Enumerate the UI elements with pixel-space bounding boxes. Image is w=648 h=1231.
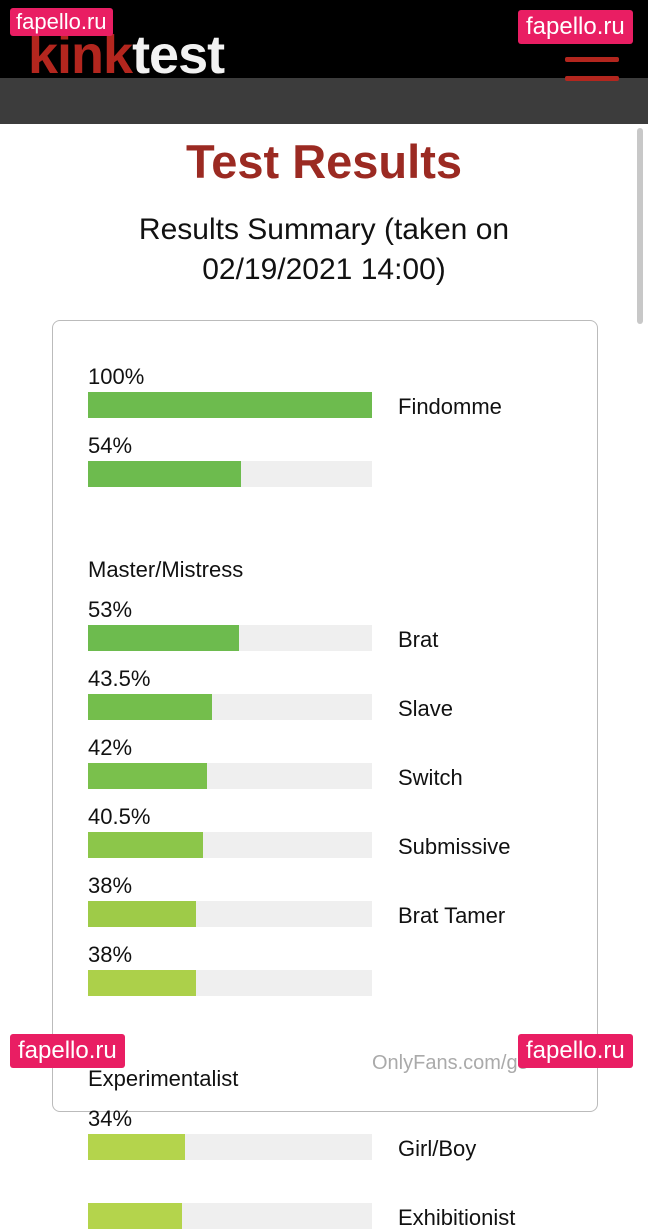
result-bar-fill — [88, 832, 203, 858]
kinktest-logo[interactable]: kinktest — [28, 25, 225, 85]
results-summary: Results Summary (taken on 02/19/2021 14:… — [90, 210, 558, 290]
summary-line-2: 02/19/2021 14:00) — [202, 253, 446, 286]
result-name: Findomme — [398, 394, 502, 419]
result-bar-fill — [88, 901, 196, 927]
result-percent: 100% — [88, 364, 145, 389]
result-percent: 53% — [88, 597, 133, 622]
result-percent: 34% — [88, 1106, 133, 1131]
footer-watermark: OnlyFans.com/go — [372, 1052, 529, 1074]
result-bar-track — [88, 694, 372, 720]
result-bar-track — [88, 901, 372, 927]
result-percent: 38% — [88, 942, 133, 967]
result-bar-track — [88, 970, 372, 996]
result-percent: 43.5% — [88, 666, 151, 691]
result-bar-track — [88, 1134, 372, 1160]
result-percent: 54% — [88, 433, 133, 458]
result-name: Master/Mistress — [88, 557, 244, 582]
watermark-bottom-right: fapello.ru — [518, 1034, 633, 1069]
result-name: Brat — [398, 627, 439, 652]
result-bar-track — [88, 625, 372, 651]
summary-line-1: Results Summary (taken on — [138, 213, 510, 246]
result-percent: 42% — [88, 735, 133, 760]
watermark-top-left: fapello.ru — [10, 8, 113, 37]
result-bar-track — [88, 392, 372, 418]
result-bar-fill — [88, 1203, 182, 1229]
result-name: Girl/Boy — [398, 1136, 477, 1161]
result-name: Slave — [398, 696, 454, 721]
result-percent: 38% — [88, 873, 133, 898]
result-bar-fill — [88, 392, 372, 418]
result-bar-fill — [88, 1134, 185, 1160]
result-name: Experimentalist — [88, 1066, 239, 1091]
result-bar-track — [88, 461, 372, 487]
scrollbar[interactable] — [637, 128, 643, 324]
result-name: Submissive — [398, 834, 511, 859]
result-bar-fill — [88, 461, 241, 487]
result-name: Brat Tamer — [398, 903, 506, 928]
watermark-top-right: fapello.ru — [518, 10, 633, 45]
hamburger-icon[interactable] — [565, 38, 621, 84]
result-percent: 40.5% — [88, 804, 151, 829]
result-bar-track — [88, 763, 372, 789]
result-bar-fill — [88, 694, 212, 720]
result-bar-fill — [88, 625, 239, 651]
result-name: Switch — [398, 765, 463, 790]
result-bar-fill — [88, 970, 196, 996]
result-bar-fill — [88, 763, 207, 789]
result-bar-track — [88, 832, 372, 858]
logo-test: test — [132, 25, 225, 85]
result-bar-track — [88, 1203, 372, 1229]
watermark-bottom-left: fapello.ru — [10, 1034, 125, 1069]
result-name: Exhibitionist — [398, 1205, 516, 1230]
page-title: Test Results — [186, 135, 462, 188]
